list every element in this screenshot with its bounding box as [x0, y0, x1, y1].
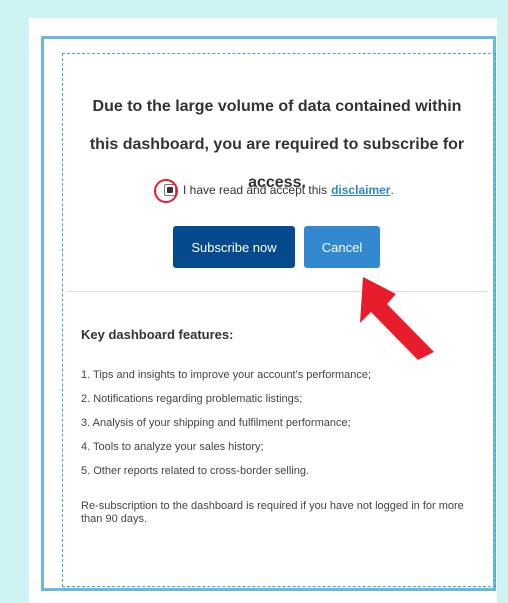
subscribe-button[interactable]: Subscribe now — [173, 226, 295, 268]
features-list: 1. Tips and insights to improve your acc… — [81, 363, 371, 483]
cancel-button[interactable]: Cancel — [304, 226, 380, 268]
feature-item: 2. Notifications regarding problematic l… — [81, 393, 303, 405]
feature-item: 3. Analysis of your shipping and fulfilm… — [81, 417, 351, 429]
features-heading: Key dashboard features: — [81, 327, 234, 342]
resubscription-note: Re-subscription to the dashboard is requ… — [81, 500, 464, 525]
feature-item: 5. Other reports related to cross-border… — [81, 465, 310, 477]
acceptance-text: I have read and accept this — [183, 183, 328, 197]
acceptance-suffix: . — [390, 183, 394, 197]
feature-item: 1. Tips and insights to improve your acc… — [81, 369, 372, 381]
disclaimer-acceptance-row: I have read and accept this disclaimer . — [159, 178, 394, 202]
checkbox-highlight-circle — [154, 179, 178, 203]
feature-item: 4. Tools to analyze your sales history; — [81, 441, 264, 453]
disclaimer-link[interactable]: disclaimer — [331, 183, 390, 197]
red-arrow-icon — [360, 277, 434, 360]
